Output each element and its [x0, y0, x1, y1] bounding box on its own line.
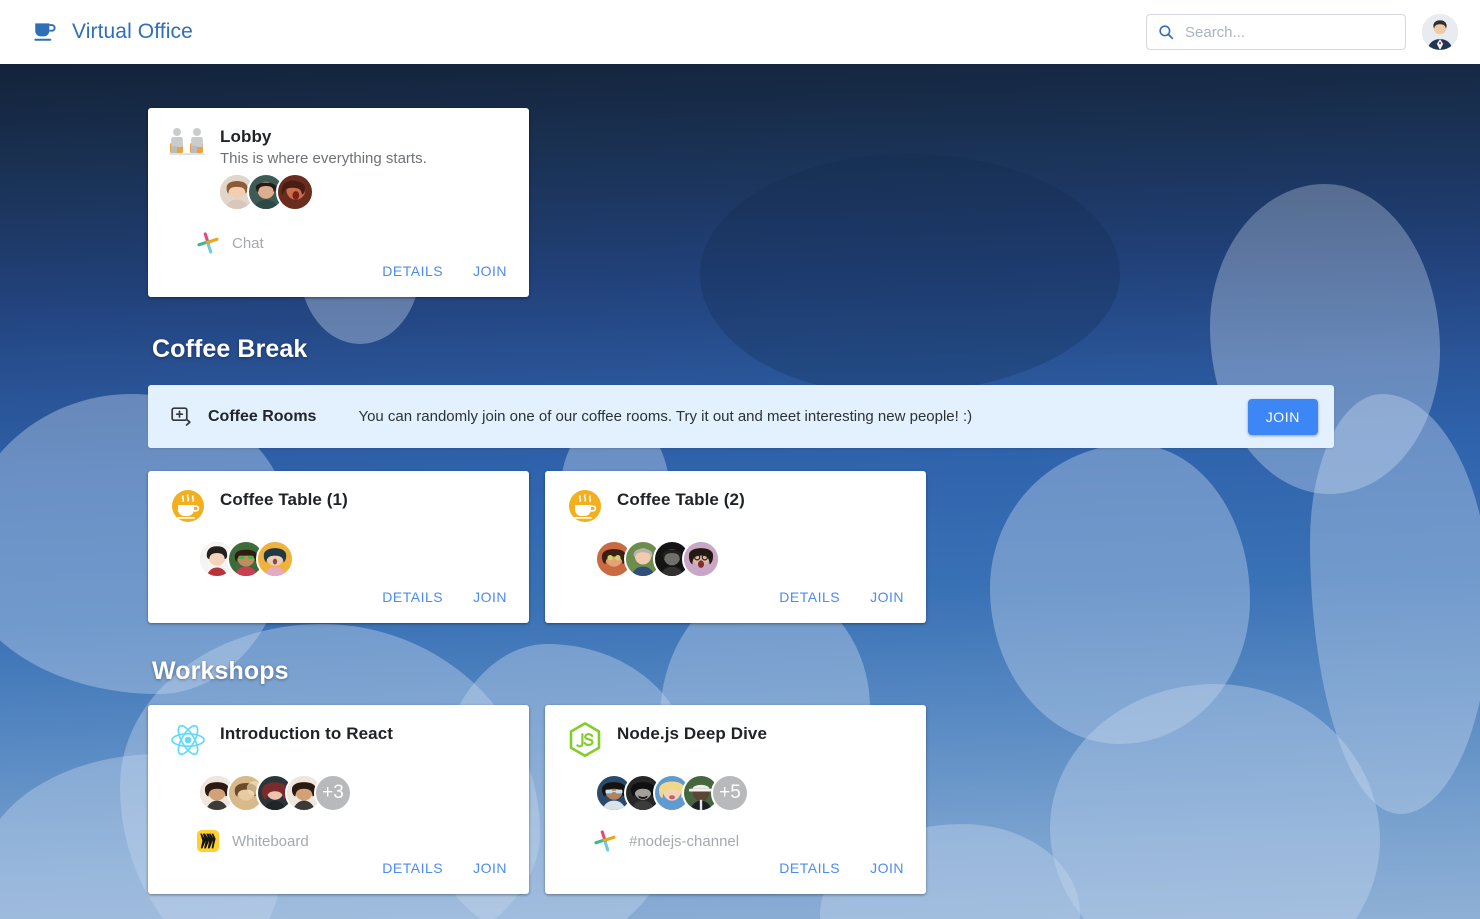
member-avatar[interactable] [276, 173, 314, 211]
slack-icon [197, 232, 219, 254]
app-title: Virtual Office [72, 20, 193, 43]
card-title: Coffee Table (2) [617, 490, 745, 509]
integration-label: Chat [232, 234, 264, 252]
card-header: Coffee Table (2) [565, 489, 906, 526]
user-avatar-image [1422, 14, 1458, 50]
react-logo-icon [171, 724, 205, 756]
join-button[interactable]: JOIN [465, 257, 515, 285]
card-title: Coffee Table (1) [220, 490, 348, 509]
avatar[interactable] [1422, 14, 1458, 50]
join-button[interactable]: JOIN [862, 583, 912, 611]
lobby-people-icon [169, 128, 205, 155]
join-button[interactable]: JOIN [465, 854, 515, 882]
member-avatars [595, 540, 906, 578]
banner-title: Coffee Rooms [208, 407, 317, 425]
details-button[interactable]: DETAILS [374, 257, 451, 285]
details-button[interactable]: DETAILS [374, 583, 451, 611]
app-header: Virtual Office [0, 0, 1480, 64]
section-title-workshops: Workshops [152, 657, 289, 685]
card-title: Lobby [220, 127, 272, 146]
member-avatars: +3 [198, 774, 509, 812]
main-content: Lobby This is where everything starts. C… [0, 64, 1480, 919]
card-title: Node.js Deep Dive [617, 724, 768, 743]
member-avatars [198, 540, 509, 578]
add-to-room-icon [171, 406, 191, 426]
card-actions: DETAILS JOIN [374, 583, 515, 611]
integration-row[interactable]: #nodejs-channel [593, 829, 906, 853]
card-title: Introduction to React [220, 724, 394, 743]
integration-row[interactable]: Whiteboard [196, 829, 509, 853]
integration-label: Whiteboard [232, 832, 309, 850]
room-card-coffee-table-1[interactable]: Coffee Table (1) DETAILS JOIN [148, 471, 529, 623]
avatar-overflow-count[interactable]: +3 [314, 774, 352, 812]
join-button[interactable]: JOIN [862, 854, 912, 882]
room-card-coffee-table-2[interactable]: Coffee Table (2) DETAILS JOIN [545, 471, 926, 623]
card-actions: DETAILS JOIN [771, 854, 912, 882]
coffee-cup-circle-icon [569, 490, 601, 522]
banner-text: You can randomly join one of our coffee … [358, 408, 973, 425]
integration-label: #nodejs-channel [629, 832, 740, 850]
miro-icon [197, 830, 219, 852]
card-header: Introduction to React [168, 723, 509, 760]
card-subtitle: This is where everything starts. [220, 150, 427, 167]
banner-join-button[interactable]: JOIN [1247, 398, 1318, 435]
card-actions: DETAILS JOIN [771, 583, 912, 611]
member-avatar[interactable] [256, 540, 294, 578]
brand[interactable]: Virtual Office [32, 19, 193, 45]
coffee-cup-icon [34, 23, 56, 41]
member-avatars: +5 [595, 774, 906, 812]
details-button[interactable]: DETAILS [771, 854, 848, 882]
room-card-lobby[interactable]: Lobby This is where everything starts. C… [148, 108, 529, 297]
avatar-overflow-count[interactable]: +5 [711, 774, 749, 812]
coffee-rooms-banner: Coffee Rooms You can randomly join one o… [148, 385, 1334, 448]
details-button[interactable]: DETAILS [374, 854, 451, 882]
member-avatars [218, 173, 509, 211]
header-actions [1146, 14, 1458, 50]
integration-row[interactable]: Chat [196, 231, 509, 255]
join-button[interactable]: JOIN [465, 583, 515, 611]
room-card-introduction-to-react[interactable]: Introduction to React +3 Whiteboard DETA… [148, 705, 529, 894]
card-header: Node.js Deep Dive [565, 722, 906, 760]
room-card-nodejs-deep-dive[interactable]: Node.js Deep Dive +5 #nodejs-channel DET… [545, 705, 926, 894]
card-actions: DETAILS JOIN [374, 257, 515, 285]
card-header: Coffee Table (1) [168, 489, 509, 526]
search-input[interactable] [1185, 23, 1395, 41]
section-title-coffee-break: Coffee Break [152, 335, 308, 363]
slack-icon [594, 830, 616, 852]
card-header: Lobby This is where everything starts. [168, 126, 509, 167]
nodejs-logo-icon [569, 722, 601, 758]
search-icon [1159, 25, 1174, 40]
member-avatar[interactable] [682, 540, 720, 578]
search-box[interactable] [1146, 14, 1406, 50]
coffee-cup-circle-icon [172, 490, 204, 522]
details-button[interactable]: DETAILS [771, 583, 848, 611]
card-actions: DETAILS JOIN [374, 854, 515, 882]
